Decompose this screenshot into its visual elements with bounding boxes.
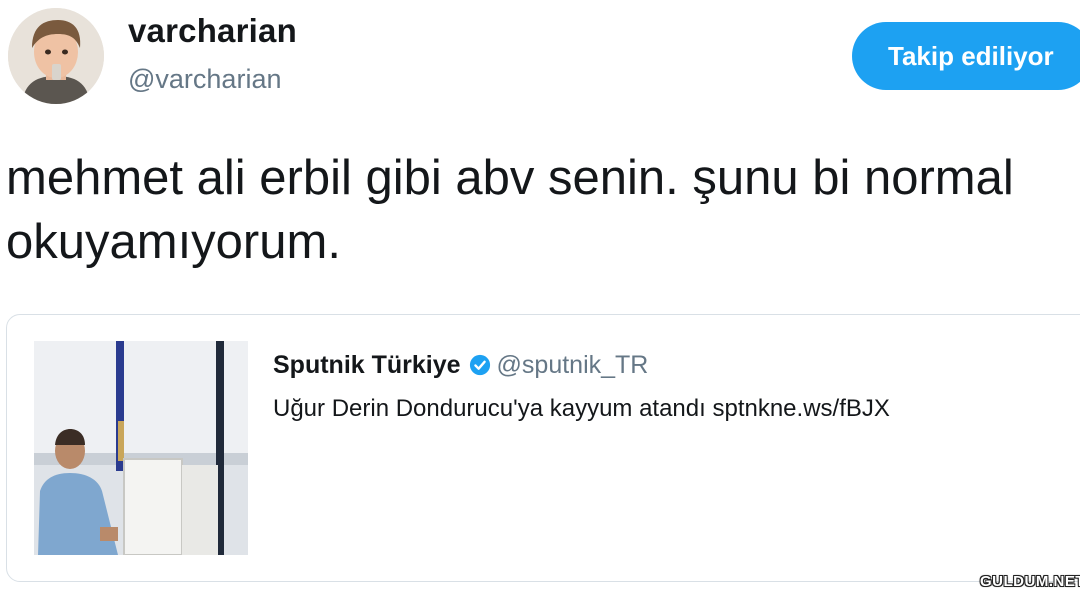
quoted-tweet-image[interactable] <box>34 341 248 555</box>
following-button[interactable]: Takip ediliyor <box>852 22 1080 90</box>
avatar-photo <box>8 8 104 104</box>
quoted-handle[interactable]: @sputnik_TR <box>497 351 649 380</box>
verified-badge-icon <box>469 354 491 376</box>
author-handle[interactable]: @varcharian <box>128 64 281 95</box>
site-watermark: GULDUM.NET <box>980 573 1080 590</box>
author-display-name[interactable]: varcharian <box>128 12 297 50</box>
quoted-tweet-card[interactable]: Sputnik Türkiye @sputnik_TR Uğur Derin D… <box>6 314 1080 582</box>
quoted-tweet-photo <box>34 341 248 555</box>
quoted-display-name[interactable]: Sputnik Türkiye <box>273 351 461 380</box>
author-avatar[interactable] <box>8 8 104 104</box>
tweet-text: mehmet ali erbil gibi abv senin. şunu bi… <box>6 151 1014 269</box>
quoted-tweet-text: Uğur Derin Dondurucu'ya kayyum atandı sp… <box>273 395 890 422</box>
quoted-tweet-header: Sputnik Türkiye @sputnik_TR <box>273 347 648 383</box>
